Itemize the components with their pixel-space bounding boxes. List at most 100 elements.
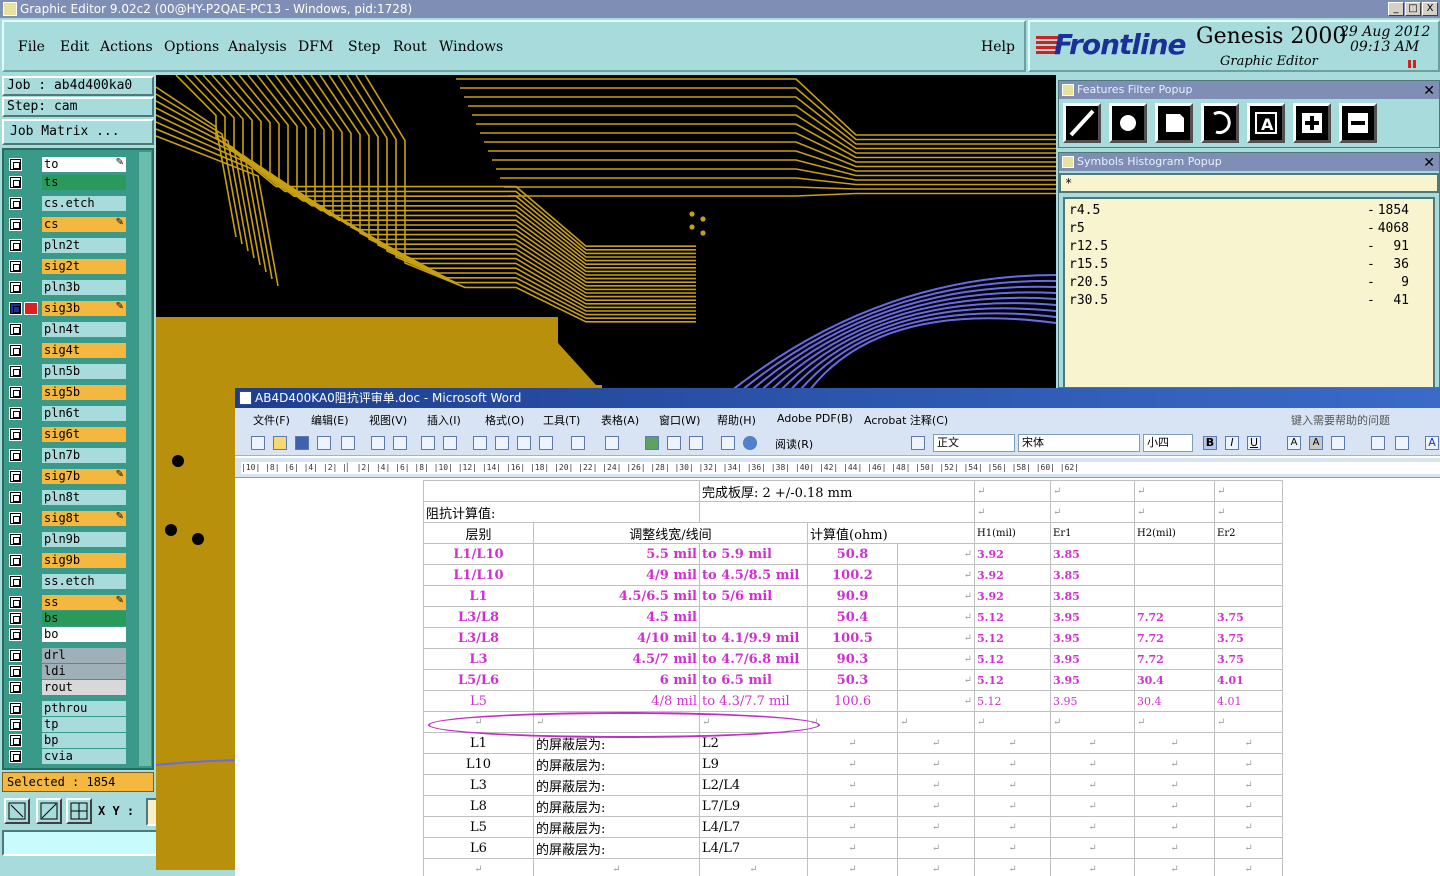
layer-name[interactable]: cs (42, 217, 126, 232)
header-param[interactable]: Er1 (1050, 522, 1136, 544)
font-color-icon[interactable]: A (1425, 436, 1439, 450)
italic-icon[interactable]: I (1225, 436, 1239, 450)
popup-close-icon[interactable]: ✕ (1423, 154, 1435, 172)
table-cell[interactable]: ↵ (896, 585, 976, 607)
menu-help[interactable]: Help (981, 39, 1015, 55)
layer-checkbox[interactable] (9, 344, 22, 357)
research-icon[interactable] (443, 436, 457, 450)
table-cell[interactable]: ↵ (807, 795, 898, 817)
table-cell[interactable]: ↵ (1134, 753, 1216, 775)
styles-pane-icon[interactable] (911, 436, 925, 450)
table-cell[interactable]: ↵ (1050, 816, 1136, 838)
layer-row-sig6t[interactable]: sig6t (8, 426, 128, 443)
format-painter-icon[interactable] (539, 436, 553, 450)
layer-checkbox[interactable] (9, 470, 22, 483)
layer-row-sig3b[interactable]: sig3b ✎ (8, 300, 128, 317)
menu-dfm[interactable]: DFM (298, 39, 333, 55)
table-cell[interactable]: ↵ (1134, 501, 1216, 523)
table-cell[interactable]: ↵ (1050, 711, 1136, 733)
menu-options[interactable]: Options (164, 39, 219, 55)
row-er1[interactable]: 3.95 (1050, 669, 1136, 691)
layer-checkbox[interactable] (9, 554, 22, 567)
table-cell[interactable]: ↵ (1050, 480, 1136, 502)
row-adjusted-width[interactable]: to 4.3/7.7 mil (699, 690, 808, 712)
table-cell[interactable]: ↵ (896, 564, 976, 586)
character-border-icon[interactable]: A (1287, 436, 1301, 450)
layer-checkbox[interactable] (9, 239, 22, 252)
table-cell[interactable]: ↵ (1214, 795, 1284, 817)
layer-row-cs-etch[interactable]: cs.etch (8, 195, 128, 212)
table-cell[interactable]: ↵ (1214, 732, 1284, 754)
layer-row-pln9b[interactable]: pln9b (8, 531, 128, 548)
table-cell[interactable]: ↵ (1134, 480, 1216, 502)
table-cell[interactable]: ↵ (1050, 753, 1136, 775)
filter-line-button[interactable] (1063, 103, 1101, 143)
layer-name[interactable]: bo (42, 627, 126, 642)
table-cell[interactable]: ↵ (1050, 501, 1136, 523)
filter-negative-button[interactable] (1339, 103, 1377, 143)
layer-name[interactable]: ts (42, 175, 126, 190)
layer-name[interactable]: cs.etch (42, 196, 126, 211)
print-icon[interactable] (371, 436, 385, 450)
row-er2[interactable]: 3.75 (1214, 606, 1284, 628)
layer-row-ldi[interactable]: ldi (8, 663, 128, 680)
layer-checkbox[interactable] (9, 596, 22, 609)
row-h2[interactable]: 7.72 (1134, 606, 1216, 628)
layer-row-to[interactable]: to ✎ (8, 156, 128, 173)
character-shading-icon[interactable]: A (1309, 436, 1323, 450)
row-h2[interactable]: 7.72 (1134, 627, 1216, 649)
row-calc-value[interactable]: 50.3 (807, 669, 898, 691)
table-cell[interactable]: ↵ (896, 648, 976, 670)
row-layer[interactable]: L5 (423, 690, 534, 712)
layer-checkbox[interactable] (9, 649, 22, 662)
row-h1[interactable]: 5.12 (974, 648, 1052, 670)
row-er1[interactable]: 3.95 (1050, 690, 1136, 712)
row-layer[interactable]: L3 (423, 648, 534, 670)
row-er2[interactable] (1214, 543, 1284, 565)
row-layer[interactable]: L1 (423, 585, 534, 607)
undo-icon[interactable] (571, 436, 585, 450)
layer-name[interactable]: pln2t (42, 238, 126, 253)
table-cell[interactable]: ↵ (974, 711, 1052, 733)
table-cell[interactable]: ↵ (1050, 774, 1136, 796)
layer-checkbox[interactable] (9, 176, 22, 189)
table-cell[interactable]: ↵ (1050, 732, 1136, 754)
layer-row-bp[interactable]: bp (8, 732, 128, 749)
row-er1[interactable]: 3.85 (1050, 585, 1136, 607)
document-body[interactable]: 完成板厚: 2 +/-0.18 mm ↵ ↵ ↵ ↵ 阻抗计算值: ↵ ↵ ↵ ↵ 层别 调整线宽/线… (235, 480, 1440, 876)
layer-name[interactable]: sig9b (42, 553, 126, 568)
zoom-window-button[interactable] (4, 798, 30, 824)
layer-row-sig5b[interactable]: sig5b (8, 384, 128, 401)
row-original-width[interactable]: 5.5 mil (533, 543, 700, 565)
row-h2[interactable]: 30.4 (1134, 690, 1216, 712)
layer-name[interactable]: pln4t (42, 322, 126, 337)
table-cell[interactable]: ↵ (807, 774, 898, 796)
popup-close-icon[interactable]: ✕ (1423, 82, 1435, 100)
table-cell[interactable]: ↵ (1214, 711, 1284, 733)
table-cell[interactable] (423, 480, 700, 502)
hyperlink-icon[interactable] (645, 436, 659, 450)
word-menu-acrobat[interactable]: Acrobat 注释(C) (864, 412, 948, 428)
table-cell[interactable]: ↵ (896, 543, 976, 565)
layer-row-ss[interactable]: ss ✎ (8, 594, 128, 611)
histogram-row[interactable]: r30.5 - 41 (1069, 293, 1409, 311)
table-cell[interactable]: ↵ (1214, 858, 1284, 876)
new-doc-icon[interactable] (251, 436, 265, 450)
copy-icon[interactable] (495, 436, 509, 450)
print-preview-icon[interactable] (393, 436, 407, 450)
row-layer[interactable]: L1/L10 (423, 564, 534, 586)
table-cell[interactable]: ↵ (896, 669, 976, 691)
table-cell[interactable]: ↵ (896, 858, 976, 876)
row-adjusted-width[interactable]: to 4.7/6.8 mil (699, 648, 808, 670)
row-original-width[interactable]: 4.5 mil (533, 606, 700, 628)
layer-checkbox[interactable] (9, 612, 22, 625)
table-cell[interactable]: ↵ (974, 480, 1052, 502)
layer-row-ss-etch[interactable]: ss.etch (8, 573, 128, 590)
distribute-icon[interactable] (1395, 436, 1409, 450)
row-original-width[interactable]: 4/9 mil (533, 564, 700, 586)
shield-label[interactable]: 的屏蔽层为: (533, 774, 700, 796)
filter-surface-button[interactable] (1155, 103, 1193, 143)
layer-checkbox[interactable] (9, 323, 22, 336)
layer-row-tp[interactable]: tp (8, 716, 128, 733)
layer-name[interactable]: bs (42, 611, 126, 626)
